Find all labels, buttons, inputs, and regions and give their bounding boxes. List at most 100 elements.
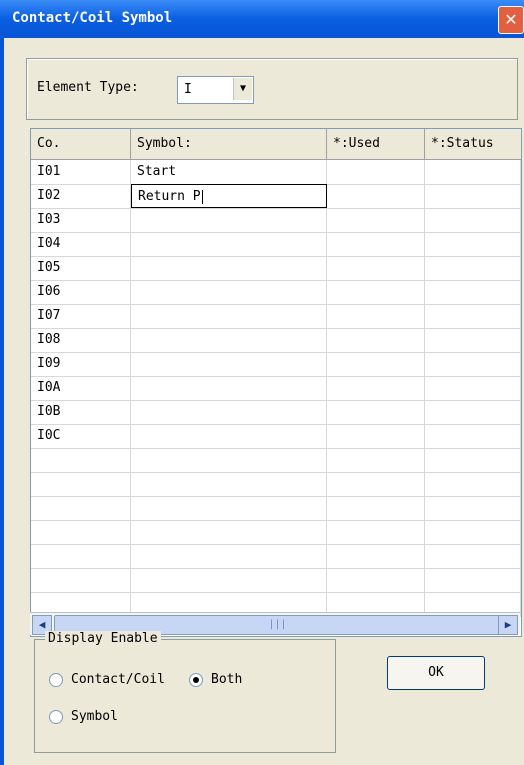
cell-symbol[interactable]: [131, 328, 327, 352]
cell-symbol[interactable]: [131, 352, 327, 376]
cell-status[interactable]: [425, 448, 521, 472]
cell-used[interactable]: [327, 280, 425, 304]
cell-symbol[interactable]: [131, 280, 327, 304]
table-row[interactable]: I04: [31, 232, 521, 257]
cell-used[interactable]: [327, 400, 425, 424]
radio-contact-coil[interactable]: Contact/Coil: [49, 672, 165, 687]
cell-code[interactable]: I08: [31, 328, 131, 352]
table-row[interactable]: [31, 496, 521, 521]
table-row[interactable]: I08: [31, 328, 521, 353]
cell-code[interactable]: [31, 472, 131, 496]
cell-code[interactable]: I02: [31, 184, 131, 208]
column-header-used[interactable]: *:Used: [327, 129, 425, 159]
cell-used[interactable]: [327, 448, 425, 472]
table-row[interactable]: I0A: [31, 376, 521, 401]
cell-code[interactable]: [31, 496, 131, 520]
radio-circle[interactable]: [189, 672, 203, 687]
table-row[interactable]: I07: [31, 304, 521, 329]
table-row[interactable]: [31, 448, 521, 473]
cell-status[interactable]: [425, 352, 521, 376]
cell-symbol[interactable]: [131, 208, 327, 232]
cell-used[interactable]: [327, 496, 425, 520]
cell-status[interactable]: [425, 568, 521, 592]
cell-symbol[interactable]: [131, 376, 327, 400]
cell-symbol[interactable]: [131, 304, 327, 328]
cell-code[interactable]: I0B: [31, 400, 131, 424]
table-row[interactable]: [31, 520, 521, 545]
cell-status[interactable]: [425, 280, 521, 304]
table-row[interactable]: I05: [31, 256, 521, 281]
cell-code[interactable]: I03: [31, 208, 131, 232]
cell-code[interactable]: I0C: [31, 424, 131, 448]
cell-used[interactable]: [327, 424, 425, 448]
cell-code[interactable]: I09: [31, 352, 131, 376]
cell-code[interactable]: I04: [31, 232, 131, 256]
cell-used[interactable]: [327, 376, 425, 400]
chevron-down-icon[interactable]: ▼: [233, 78, 252, 100]
table-row[interactable]: [31, 544, 521, 569]
column-header-status[interactable]: *:Status: [425, 129, 521, 159]
cell-status[interactable]: [425, 304, 521, 328]
cell-code[interactable]: [31, 448, 131, 472]
cell-used[interactable]: [327, 208, 425, 232]
table-row[interactable]: I0C: [31, 424, 521, 449]
symbol-edit-field[interactable]: Return P: [131, 184, 327, 208]
table-row[interactable]: I02 Return P: [31, 184, 521, 209]
cell-used[interactable]: [327, 160, 425, 184]
cell-status[interactable]: [425, 424, 521, 448]
cell-status[interactable]: [425, 328, 521, 352]
cell-status[interactable]: [425, 376, 521, 400]
column-header-symbol[interactable]: Symbol:: [131, 129, 327, 159]
table-row[interactable]: I01 Start: [31, 160, 521, 185]
cell-code[interactable]: [31, 520, 131, 544]
cell-used[interactable]: [327, 352, 425, 376]
cell-status[interactable]: [425, 520, 521, 544]
cell-symbol[interactable]: [131, 472, 327, 496]
close-icon[interactable]: ✕: [498, 6, 524, 34]
element-type-select[interactable]: I ▼: [177, 76, 254, 104]
cell-used[interactable]: [327, 232, 425, 256]
cell-symbol[interactable]: [131, 448, 327, 472]
table-row[interactable]: I09: [31, 352, 521, 377]
table-row[interactable]: [31, 568, 521, 593]
cell-status[interactable]: [425, 544, 521, 568]
cell-symbol[interactable]: [131, 232, 327, 256]
table-row[interactable]: I03: [31, 208, 521, 233]
title-bar[interactable]: Contact/Coil Symbol ✕: [0, 0, 524, 38]
cell-status[interactable]: [425, 232, 521, 256]
cell-status[interactable]: [425, 400, 521, 424]
cell-status[interactable]: [425, 496, 521, 520]
cell-symbol[interactable]: [131, 400, 327, 424]
cell-symbol[interactable]: [131, 568, 327, 592]
cell-used[interactable]: [327, 256, 425, 280]
radio-circle[interactable]: [49, 709, 63, 724]
cell-symbol[interactable]: [131, 424, 327, 448]
cell-symbol[interactable]: Start: [131, 160, 327, 184]
cell-used[interactable]: [327, 520, 425, 544]
cell-status[interactable]: [425, 208, 521, 232]
radio-symbol[interactable]: Symbol: [49, 709, 118, 724]
table-row[interactable]: I06: [31, 280, 521, 305]
cell-used[interactable]: [327, 568, 425, 592]
cell-symbol[interactable]: [131, 496, 327, 520]
cell-status[interactable]: [425, 160, 521, 184]
cell-code[interactable]: [31, 544, 131, 568]
table-row[interactable]: [31, 472, 521, 497]
cell-used[interactable]: [327, 472, 425, 496]
cell-code[interactable]: I0A: [31, 376, 131, 400]
cell-used[interactable]: [327, 328, 425, 352]
cell-used[interactable]: [327, 304, 425, 328]
table-row[interactable]: I0B: [31, 400, 521, 425]
cell-status[interactable]: [425, 256, 521, 280]
radio-circle[interactable]: [49, 672, 63, 687]
cell-code[interactable]: I01: [31, 160, 131, 184]
cell-code[interactable]: I06: [31, 280, 131, 304]
cell-code[interactable]: [31, 568, 131, 592]
cell-symbol[interactable]: [131, 520, 327, 544]
cell-symbol[interactable]: [131, 544, 327, 568]
cell-used[interactable]: [327, 184, 425, 208]
cell-status[interactable]: [425, 184, 521, 208]
radio-both[interactable]: Both: [189, 672, 242, 687]
cell-symbol[interactable]: [131, 256, 327, 280]
column-header-code[interactable]: Co.: [31, 129, 131, 159]
